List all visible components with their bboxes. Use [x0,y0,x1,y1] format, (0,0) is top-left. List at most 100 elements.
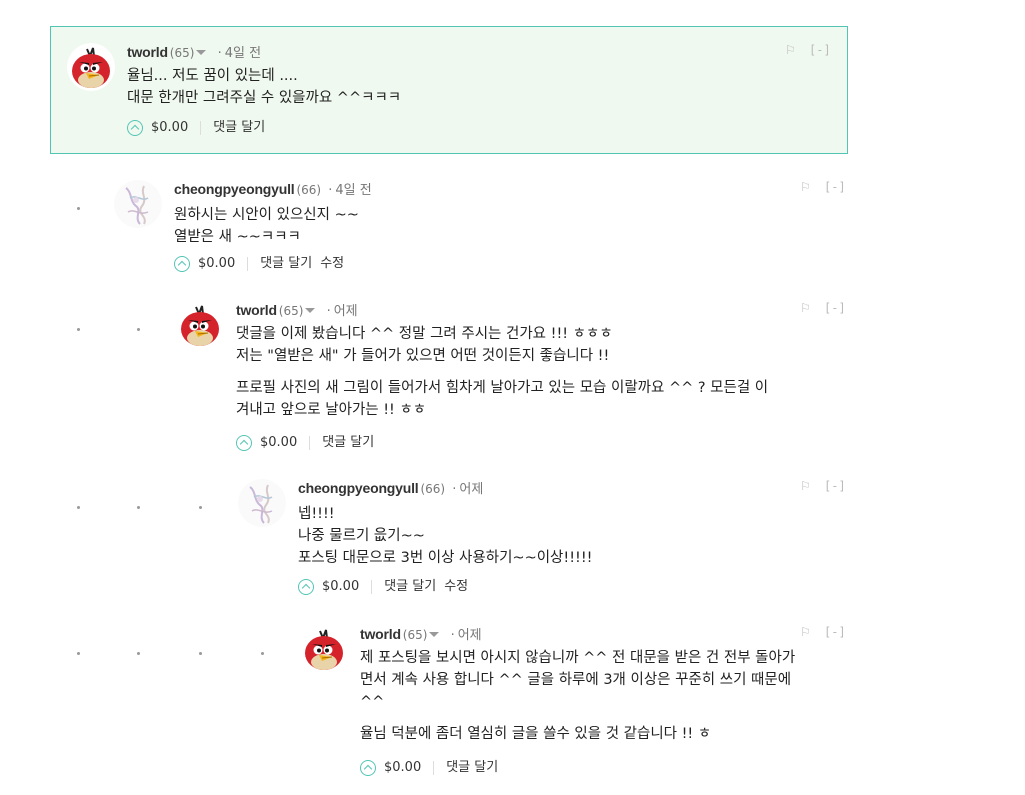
angry-bird-avatar-icon [67,43,115,91]
separator: · [326,304,331,319]
collapse-button[interactable]: [-] [809,43,831,57]
divider [309,435,311,450]
thread-guide [199,652,202,655]
reply-link[interactable]: 댓글 달기 [446,760,498,775]
comment-line: 댓글을 이제 봤습니다 ^^ 정말 그려 주시는 건가요 !!! ㅎㅎㅎ [236,326,613,342]
comment-line: 제 포스팅을 보시면 아시지 않습니까 ^^ 전 대문을 받은 건 전부 돌아가 [360,650,796,666]
collapse-button[interactable]: [-] [824,301,846,315]
sketch-avatar-icon [238,479,286,527]
comment-footer: $0.00 댓글 달기 [360,759,506,777]
reply-link[interactable]: 댓글 달기 [384,579,436,594]
comment-meta: cheongpyeongyull (66) · 4일 전 [174,180,372,200]
timestamp[interactable]: 어제 [459,482,483,497]
comment-line: ^^ [360,694,385,710]
reputation: (66) [420,482,446,496]
edit-link[interactable]: 수정 [320,256,344,271]
flag-icon[interactable]: ⚐ [800,479,811,493]
payout[interactable]: $0.00 [384,760,421,775]
timestamp[interactable]: 어제 [458,628,482,643]
avatar[interactable] [67,43,115,91]
timestamp[interactable]: 4일 전 [225,46,261,61]
author-name[interactable]: tworld [360,626,401,642]
collapse-button[interactable]: [-] [824,479,846,493]
caret-down-icon[interactable] [305,308,316,313]
timestamp[interactable]: 어제 [334,304,358,319]
upvote-icon[interactable] [127,119,143,136]
thread-guide [137,506,140,509]
comment-line: 열받은 새 ~~ㅋㅋㅋ [174,229,301,245]
comment: tworld (65) · 어제 ⚐ [-] 댓글을 이제 봤습니다 ^^ 정말 그… [176,301,846,461]
comment: tworld (65) · 4일 전 ⚐ [-] 율님... 저도 꿈이 있는데 .… [67,43,837,143]
comment-line: 나중 물르기 읎기~~ [298,528,425,544]
comment-meta: tworld (65) · 어제 [360,625,482,645]
reputation: (65) [402,628,428,642]
separator: · [217,46,222,61]
avatar[interactable] [300,625,348,673]
comment-meta: tworld (65) · 어제 [236,301,358,321]
comment-footer: $0.00 댓글 달기 수정 [174,255,352,273]
avatar[interactable] [238,479,286,527]
payout[interactable]: $0.00 [322,579,359,594]
comment-footer: $0.00 댓글 달기 [236,434,382,452]
thread-guide [77,652,80,655]
angry-bird-avatar-icon [300,625,348,673]
caret-down-icon[interactable] [429,632,440,637]
separator: · [452,482,457,497]
comment-footer: $0.00 댓글 달기 수정 [298,578,476,596]
author-name[interactable]: cheongpyeongyull [298,480,419,496]
comment: cheongpyeongyull (66) · 4일 전 ⚐ [-] 원하시는 시안… [114,180,846,280]
upvote-icon[interactable] [236,434,252,451]
comment-body: 제 포스팅을 보시면 아시지 않습니까 ^^ 전 대문을 받은 건 전부 돌아가… [360,647,795,745]
thread-guide [199,506,202,509]
thread-guide [77,207,80,210]
divider [433,760,435,775]
reply-link[interactable]: 댓글 달기 [213,120,265,135]
author-name[interactable]: tworld [127,44,168,60]
flag-icon[interactable]: ⚐ [800,180,811,194]
upvote-icon[interactable] [174,255,190,272]
flag-icon[interactable]: ⚐ [800,625,811,639]
reply-link[interactable]: 댓글 달기 [322,435,374,450]
avatar[interactable] [176,301,224,349]
thread-guide [137,328,140,331]
comment-line: 대문 한개만 그려주실 수 있을까요 ^^ㅋㅋㅋ [127,90,402,106]
author-name[interactable]: cheongpyeongyull [174,181,295,197]
avatar[interactable] [114,180,162,228]
comment-meta: tworld (65) · 4일 전 [127,43,261,63]
upvote-icon[interactable] [360,759,376,776]
comment-line: 겨내고 앞으로 날아가는 !! ㅎㅎ [236,402,427,418]
reply-link[interactable]: 댓글 달기 [260,256,312,271]
edit-link[interactable]: 수정 [444,579,468,594]
comment-line: 면서 계속 사용 합니다 ^^ 글을 하루에 3개 이상은 꾸준히 쓰기 때문에 [360,672,792,688]
thread-guide [137,652,140,655]
comment-line: 저는 "열받은 새" 가 들어가 있으면 어떤 것이든지 좋습니다 !! [236,348,610,364]
upvote-icon[interactable] [298,578,314,595]
payout[interactable]: $0.00 [151,120,188,135]
comment-line: 넵!!!! [298,506,335,522]
comment-body: 댓글을 이제 봤습니다 ^^ 정말 그려 주시는 건가요 !!! ㅎㅎㅎ 저는 … [236,323,768,421]
caret-down-icon[interactable] [196,50,207,55]
comment-line: 포스팅 대문으로 3번 이상 사용하기~~이상!!!!! [298,550,593,566]
comment-body: 율님... 저도 꿈이 있는데 .... 대문 한개만 그려주실 수 있을까요 … [127,65,401,109]
thread-guide [77,506,80,509]
collapse-button[interactable]: [-] [824,180,846,194]
comment-footer: $0.00 댓글 달기 [127,119,273,137]
collapse-button[interactable]: [-] [824,625,846,639]
flag-icon[interactable]: ⚐ [800,301,811,315]
separator: · [450,628,455,643]
comment: cheongpyeongyull (66) · 어제 ⚐ [-] 넵!!!! 나중 … [238,479,846,609]
divider [247,256,249,271]
comment-body: 원하시는 시안이 있으신지 ~~ 열받은 새 ~~ㅋㅋㅋ [174,204,359,248]
reputation: (65) [278,304,304,318]
flag-icon[interactable]: ⚐ [785,43,796,57]
thread-guide [261,652,264,655]
timestamp[interactable]: 4일 전 [335,183,371,198]
divider [371,579,373,594]
sketch-avatar-icon [114,180,162,228]
author-name[interactable]: tworld [236,302,277,318]
payout[interactable]: $0.00 [198,256,235,271]
payout[interactable]: $0.00 [260,435,297,450]
reputation: (65) [169,46,195,60]
reputation: (66) [296,183,322,197]
comment-meta: cheongpyeongyull (66) · 어제 [298,479,483,499]
